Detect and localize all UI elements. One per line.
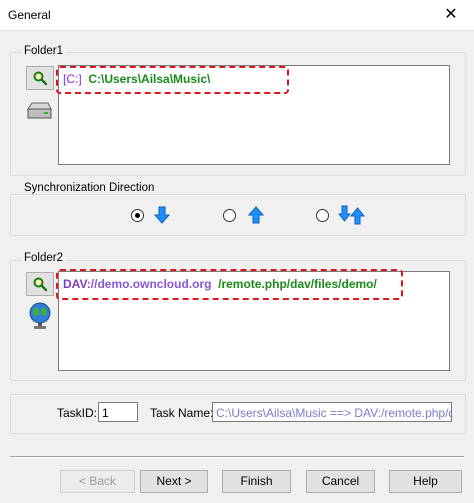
- task-id-input[interactable]: 1: [98, 402, 138, 422]
- folder2-path: DAV://demo.owncloud.org /remote.php/dav/…: [63, 277, 377, 291]
- back-button[interactable]: < Back: [60, 470, 135, 493]
- folder1-path-text: C:\Users\Ailsa\Music\: [88, 72, 211, 86]
- globe-icon: [29, 302, 51, 329]
- sync-radio-up[interactable]: [223, 209, 236, 222]
- sync-radio-down[interactable]: [131, 209, 144, 222]
- search-icon: [33, 277, 48, 292]
- folder2-path-text: /remote.php/dav/files/demo/: [218, 277, 377, 291]
- drive-icon: [27, 102, 52, 119]
- folder1-drive: [C:]: [63, 72, 82, 86]
- folder1-browse-button[interactable]: [26, 66, 54, 90]
- arrow-down-icon: [153, 206, 171, 224]
- folder2-label: Folder2: [22, 252, 65, 264]
- cancel-button[interactable]: Cancel: [306, 470, 375, 493]
- task-name-input[interactable]: C:\Users\Ailsa\Music ==> DAV:/remote.php…: [212, 402, 452, 422]
- sync-radio-both[interactable]: [316, 209, 329, 222]
- help-button[interactable]: Help: [389, 470, 462, 493]
- folder1-path: [C:] C:\Users\Ailsa\Music\: [63, 72, 210, 86]
- finish-button[interactable]: Finish: [222, 470, 291, 493]
- sync-label: Synchronization Direction: [22, 182, 157, 194]
- task-id-label: TaskID:: [57, 406, 98, 420]
- close-icon[interactable]: ✕: [428, 0, 474, 30]
- sync-group: [10, 194, 466, 236]
- window-title: General: [8, 8, 51, 22]
- folder2-browse-button[interactable]: [26, 272, 54, 296]
- search-icon: [33, 71, 48, 86]
- next-button[interactable]: Next >: [140, 470, 208, 493]
- folder2-prefix: DAV:: [63, 277, 91, 291]
- separator: [10, 456, 464, 458]
- task-name-label: Task Name:: [150, 406, 214, 420]
- folder2-host: //demo.owncloud.org: [90, 277, 212, 291]
- title-bar: General ✕: [0, 0, 474, 31]
- arrow-both-icon: [338, 205, 366, 225]
- folder1-label: Folder1: [22, 45, 65, 57]
- arrow-up-icon: [247, 206, 265, 224]
